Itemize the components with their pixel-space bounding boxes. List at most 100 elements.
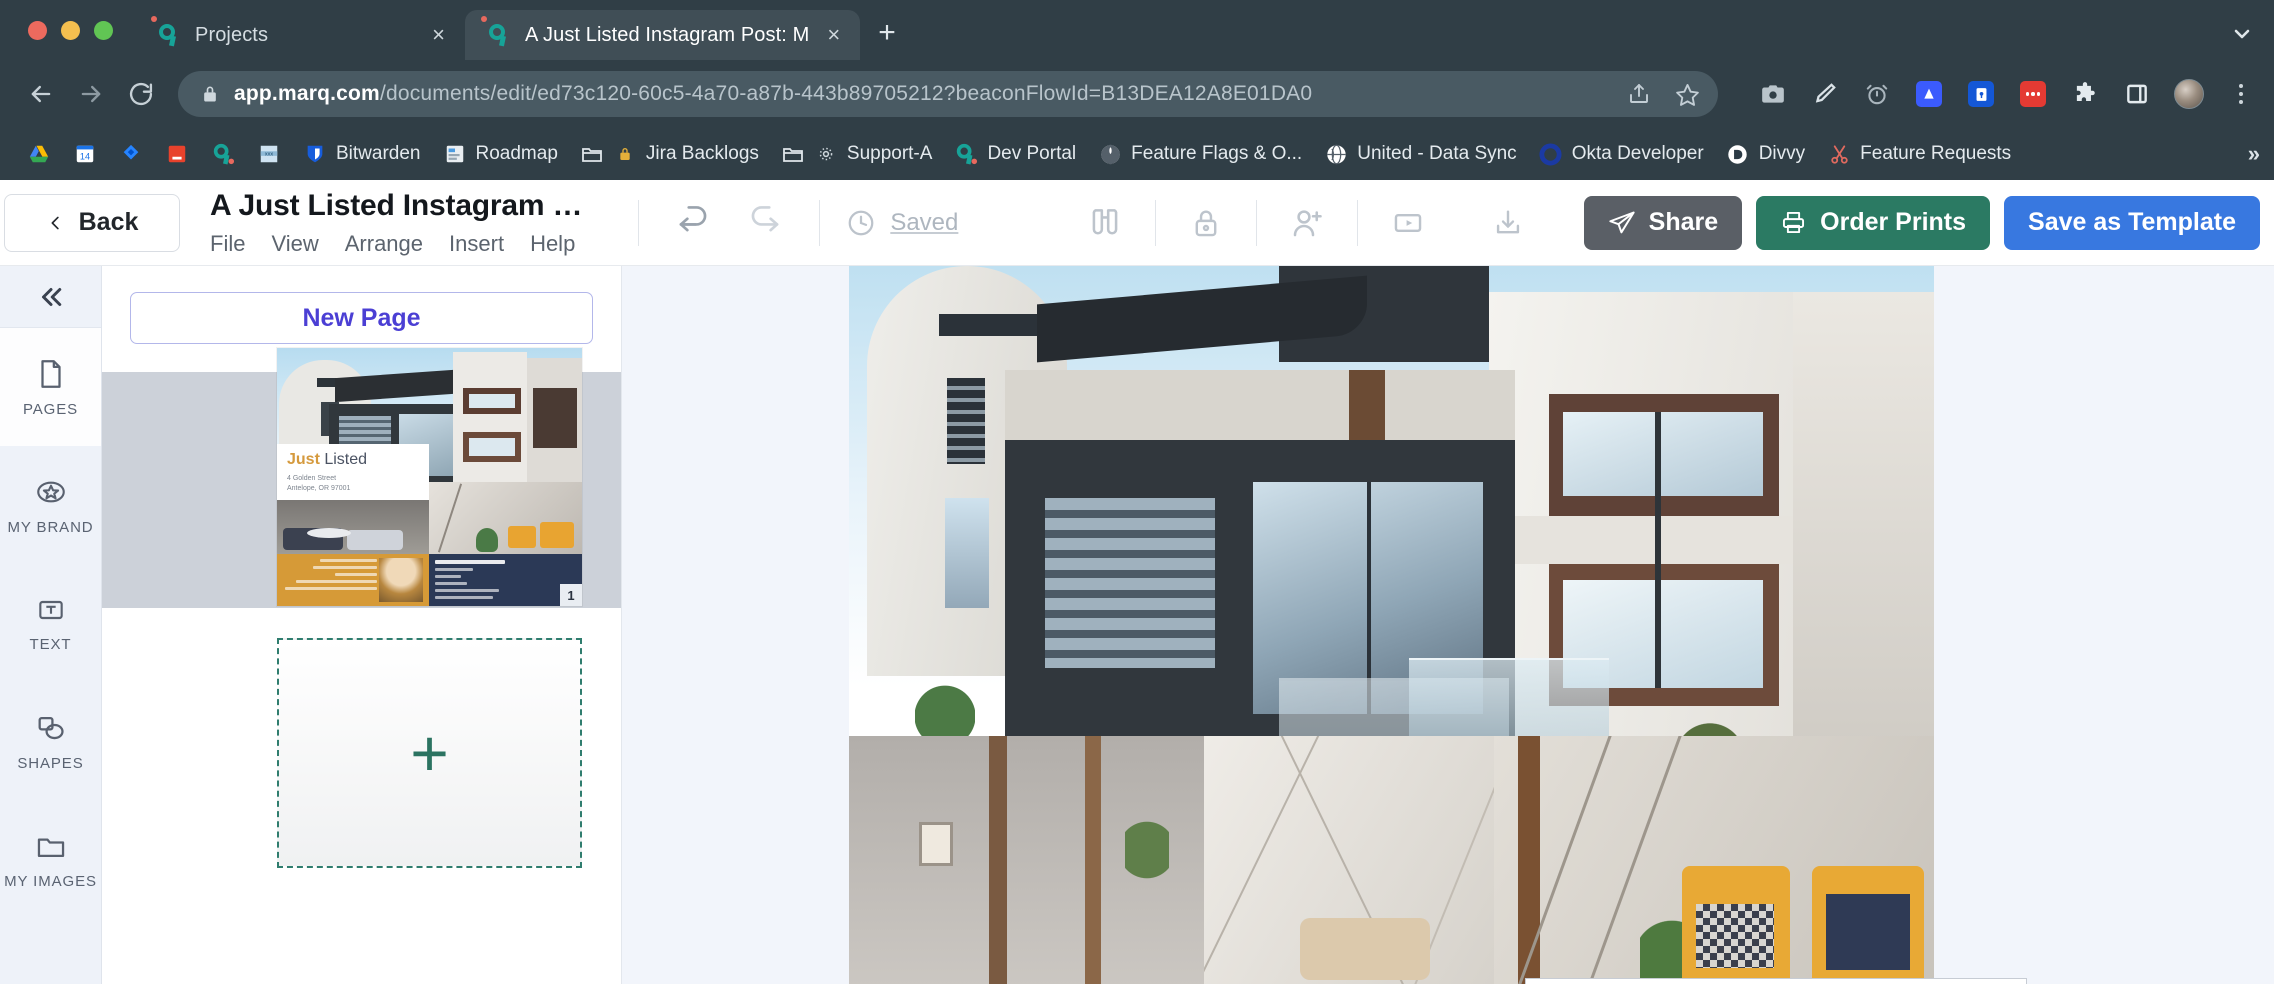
chevron-double-left-icon[interactable]	[0, 266, 101, 328]
selected-text-element[interactable]: Just Listed 4 Golden Street Antelope, OR…	[1525, 978, 2027, 984]
add-collaborator-icon[interactable]	[1285, 201, 1329, 245]
divvy-icon	[1726, 142, 1750, 166]
share-button[interactable]: Share	[1583, 195, 1743, 250]
browser-tab-active-document[interactable]: A Just Listed Instagram Post: M ×	[465, 10, 861, 60]
back-navigation-icon[interactable]	[18, 71, 64, 117]
reload-icon[interactable]	[118, 71, 164, 117]
password-manager-icon[interactable]	[1966, 79, 1996, 109]
binoculars-icon[interactable]	[1083, 201, 1127, 245]
bookmark-dev-portal[interactable]: Dev Portal	[943, 134, 1087, 174]
page-thumbnail-1[interactable]: Just Listed 4 Golden Street Antelope, OR…	[277, 348, 582, 606]
extensions-puzzle-icon[interactable]	[2070, 79, 2100, 109]
marq-editor: Back A Just Listed Instagram … File View…	[0, 180, 2274, 984]
bookmark-okta-developer[interactable]: Okta Developer	[1528, 134, 1715, 174]
confluence-icon	[165, 142, 189, 166]
bookmark-label: Dev Portal	[987, 143, 1077, 164]
minimize-window-button[interactable]	[61, 21, 80, 40]
menu-file[interactable]: File	[210, 231, 245, 257]
gear-icon	[814, 142, 838, 166]
menu-arrange[interactable]: Arrange	[345, 231, 423, 257]
close-window-button[interactable]	[28, 21, 47, 40]
bookmark-bitwarden[interactable]: Bitwarden	[292, 134, 432, 174]
bookmark-support-a[interactable]: Support-A	[770, 134, 944, 174]
editor-tools	[1055, 199, 1558, 246]
bookmark-label: Support-A	[846, 143, 933, 164]
bookmark-marq[interactable]	[200, 134, 246, 174]
forward-navigation-icon[interactable]	[68, 71, 114, 117]
text-box-icon	[35, 594, 67, 626]
menu-insert[interactable]: Insert	[449, 231, 504, 257]
bookmarks-overflow-button[interactable]: »	[2248, 141, 2260, 167]
save-status[interactable]: Saved	[846, 208, 958, 238]
add-page-dropzone[interactable]: +	[277, 638, 582, 868]
present-icon[interactable]	[1386, 201, 1430, 245]
artboard[interactable]	[849, 266, 1934, 984]
window-controls[interactable]	[0, 21, 135, 60]
sidebar-item-label: PAGES	[22, 400, 79, 418]
download-icon[interactable]	[1486, 201, 1530, 245]
back-button[interactable]: Back	[4, 193, 180, 252]
browser-window: Projects × A Just Listed Instagram Post:…	[0, 0, 2274, 984]
sidebar-item-my-brand[interactable]: MY BRAND	[0, 446, 101, 564]
marq-logo-icon	[954, 142, 978, 166]
lock-icon[interactable]	[1184, 201, 1228, 245]
bookmark-calendar[interactable]: 14	[62, 134, 108, 174]
eyedropper-icon[interactable]	[1810, 79, 1840, 109]
side-panel-icon[interactable]	[2122, 79, 2152, 109]
save-as-template-button[interactable]: Save as Template	[2004, 195, 2260, 250]
bookmark-feature-flags[interactable]: Feature Flags & O...	[1087, 134, 1313, 174]
undo-arrow-icon[interactable]	[671, 201, 715, 245]
bookmark-divvy[interactable]: Divvy	[1715, 134, 1816, 174]
bookmark-jira[interactable]	[108, 134, 154, 174]
close-icon[interactable]: ×	[823, 24, 844, 46]
sidebar-item-label: MY BRAND	[7, 518, 94, 536]
analytics-icon[interactable]	[1914, 79, 1944, 109]
browser-menu-kebab-icon[interactable]	[2226, 79, 2256, 109]
url-path: /documents/edit/ed73c120-60c5-4a70-a87b-…	[379, 82, 1313, 105]
lock-icon	[200, 84, 220, 104]
bookmark-feature-requests[interactable]: Feature Requests	[1816, 134, 2022, 174]
menu-help[interactable]: Help	[530, 231, 575, 257]
thumbnail-headline-rest: Listed	[319, 451, 368, 468]
clock-icon	[846, 208, 876, 238]
profile-avatar[interactable]	[2174, 79, 2204, 109]
bookmark-united-data-sync[interactable]: United - Data Sync	[1313, 134, 1527, 174]
url-host: app.marq.com	[234, 82, 380, 105]
alarm-clock-icon[interactable]	[1862, 79, 1892, 109]
divider	[819, 199, 821, 246]
red-dots-extension-icon[interactable]	[2018, 79, 2048, 109]
maximize-window-button[interactable]	[94, 21, 113, 40]
share-icon[interactable]	[1627, 82, 1651, 106]
sidebar-item-label: TEXT	[29, 635, 72, 653]
bookmarks-bar: 14 xxx Bitwarden Roadmap Jira Backlogs S…	[0, 128, 2274, 180]
bookmark-spreadsheet[interactable]: xxx	[246, 134, 292, 174]
bookmark-confluence[interactable]	[154, 134, 200, 174]
bookmark-label: Feature Requests	[1860, 143, 2012, 164]
sidebar-item-pages[interactable]: PAGES	[0, 328, 101, 446]
sidebar-item-shapes[interactable]: SHAPES	[0, 682, 101, 800]
sidebar-item-text[interactable]: TEXT	[0, 564, 101, 682]
star-icon[interactable]	[1675, 82, 1700, 107]
bookmark-label: Bitwarden	[336, 143, 421, 164]
tab-search-chevron-down-icon[interactable]	[2230, 22, 2254, 46]
artboard-interior-photos	[849, 736, 1934, 984]
redo-arrow-icon[interactable]	[743, 201, 787, 245]
menu-view[interactable]: View	[271, 231, 318, 257]
bookmark-google-drive[interactable]	[16, 134, 62, 174]
thumbnail-footer	[277, 554, 582, 606]
new-tab-button[interactable]: +	[878, 18, 896, 48]
bookmark-label: Divvy	[1758, 143, 1806, 164]
close-icon[interactable]: ×	[428, 24, 449, 46]
design-canvas[interactable]: Just Listed 4 Golden Street Antelope, OR…	[622, 266, 2274, 984]
new-page-button[interactable]: New Page	[130, 292, 593, 344]
browser-tab-projects[interactable]: Projects ×	[135, 10, 465, 60]
bookmark-roadmap[interactable]: Roadmap	[432, 134, 569, 174]
page-title: A Just Listed Instagram …	[210, 188, 583, 222]
order-prints-button[interactable]: Order Prints	[1756, 195, 1991, 250]
scissors-icon	[1827, 142, 1851, 166]
sidebar-item-my-images[interactable]: MY IMAGES	[0, 800, 101, 918]
address-bar[interactable]: app.marq.com/documents/edit/ed73c120-60c…	[178, 71, 1718, 117]
bookmark-jira-backlogs[interactable]: Jira Backlogs	[569, 134, 770, 174]
bookmark-label: Feature Flags & O...	[1131, 143, 1303, 164]
camera-icon[interactable]	[1758, 79, 1788, 109]
